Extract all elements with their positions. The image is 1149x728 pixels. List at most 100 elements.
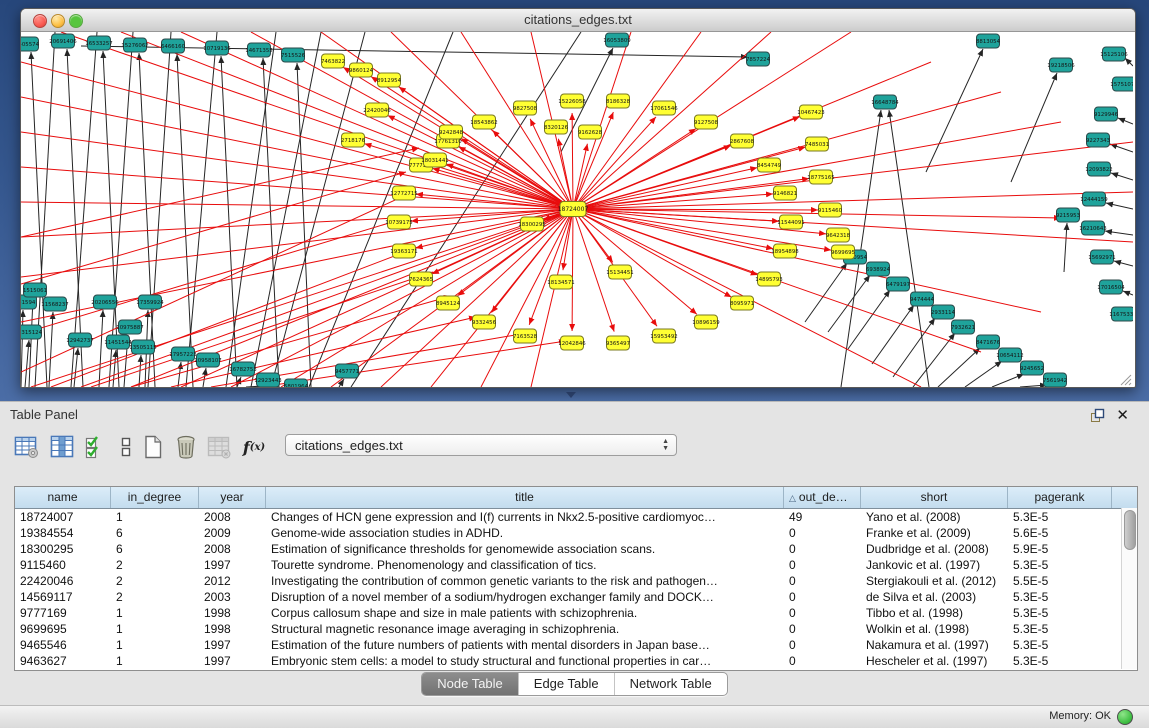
table-cell[interactable]: 14569117 bbox=[15, 589, 111, 605]
table-cell[interactable]: 1 bbox=[111, 621, 199, 637]
network-node[interactable]: 15226058 bbox=[558, 94, 586, 108]
table-cell[interactable]: Nakamura et al. (1997) bbox=[861, 637, 1008, 653]
network-node[interactable]: 8471676 bbox=[976, 335, 1001, 349]
table-cell[interactable]: 1997 bbox=[199, 557, 266, 573]
network-node[interactable]: 9860124 bbox=[349, 63, 374, 77]
table-cell[interactable]: Wolkin et al. (1998) bbox=[861, 621, 1008, 637]
network-node[interactable]: 8095971 bbox=[730, 296, 754, 310]
row-height-icon[interactable] bbox=[112, 432, 140, 462]
table-cell[interactable]: Stergiakouli et al. (2012) bbox=[861, 573, 1008, 589]
network-node[interactable]: 15751074 bbox=[1110, 77, 1133, 91]
header-cell-short[interactable]: short bbox=[861, 487, 1008, 508]
table-cell[interactable]: 2012 bbox=[199, 573, 266, 589]
delete-table-icon[interactable] bbox=[172, 432, 200, 462]
table-cell[interactable]: Hescheler et al. (1997) bbox=[861, 653, 1008, 669]
table-cell[interactable]: 49 bbox=[784, 509, 861, 525]
network-node[interactable]: 9315124 bbox=[21, 325, 43, 339]
network-node[interactable]: 7463822 bbox=[321, 54, 345, 68]
network-node[interactable]: 10896159 bbox=[692, 315, 720, 329]
network-node[interactable]: 17016504 bbox=[1097, 280, 1125, 294]
network-node[interactable]: 7485031 bbox=[805, 137, 829, 151]
network-node[interactable]: 16782753 bbox=[229, 362, 256, 376]
network-node[interactable]: 18954898 bbox=[771, 244, 799, 258]
network-node[interactable]: 7515526 bbox=[281, 48, 306, 62]
header-cell-name[interactable]: name bbox=[15, 487, 111, 508]
table-scrollbar-thumb[interactable] bbox=[1124, 510, 1136, 550]
network-node[interactable]: 20206556 bbox=[91, 295, 119, 309]
table-selector-dropdown[interactable]: citations_edges.txt ▲▼ bbox=[285, 434, 677, 456]
network-node[interactable]: 10719136 bbox=[203, 41, 231, 55]
table-cell[interactable]: 9465546 bbox=[15, 637, 111, 653]
table-cell[interactable]: Embryonic stem cells: a model to study s… bbox=[266, 653, 784, 669]
table-row[interactable]: 2242004622012Investigating the contribut… bbox=[15, 573, 1137, 589]
table-cell[interactable]: Dudbridge et al. (2008) bbox=[861, 541, 1008, 557]
network-node[interactable]: 6938924 bbox=[866, 262, 891, 276]
network-node[interactable]: 9227343 bbox=[1086, 133, 1110, 147]
network-node[interactable]: 1515061 bbox=[23, 283, 47, 297]
table-cell[interactable]: 2009 bbox=[199, 525, 266, 541]
table-cell[interactable]: 5.3E-5 bbox=[1008, 653, 1112, 669]
header-cell-out_de[interactable]: △out_de… bbox=[784, 487, 861, 508]
table-cell[interactable]: Tourette syndrome. Phenomenology and cla… bbox=[266, 557, 784, 573]
table-cell[interactable]: 2008 bbox=[199, 541, 266, 557]
table-cell[interactable]: 2 bbox=[111, 557, 199, 573]
table-cell[interactable]: 0 bbox=[784, 589, 861, 605]
table-cell[interactable]: Franke et al. (2009) bbox=[861, 525, 1008, 541]
network-node[interactable]: 18300295 bbox=[518, 217, 545, 231]
table-cell[interactable]: 0 bbox=[784, 541, 861, 557]
network-node[interactable]: 2718176 bbox=[341, 133, 366, 147]
network-node[interactable]: 9146821 bbox=[773, 186, 797, 200]
network-node[interactable]: 15276062 bbox=[121, 38, 148, 52]
function-builder-icon[interactable]: f(x) bbox=[240, 432, 268, 462]
table-cell[interactable]: 0 bbox=[784, 637, 861, 653]
network-node[interactable]: 9245652 bbox=[1020, 361, 1044, 375]
network-node[interactable]: 18031441 bbox=[421, 153, 448, 167]
network-node[interactable]: 9474444 bbox=[910, 292, 935, 306]
table-cell[interactable]: 5.9E-5 bbox=[1008, 541, 1112, 557]
network-node[interactable]: 15125106 bbox=[1100, 47, 1128, 61]
table-cell[interactable]: 9463627 bbox=[15, 653, 111, 669]
network-node[interactable]: 11544091 bbox=[777, 215, 804, 229]
network-node[interactable]: 14671355 bbox=[245, 43, 272, 57]
splitter-handle[interactable] bbox=[566, 392, 576, 398]
table-cell[interactable]: de Silva et al. (2003) bbox=[861, 589, 1008, 605]
table-cell[interactable]: 9777169 bbox=[15, 605, 111, 621]
table-cell[interactable]: 5.6E-5 bbox=[1008, 525, 1112, 541]
network-node[interactable]: 15953492 bbox=[650, 329, 677, 343]
network-node[interactable]: 9242848 bbox=[439, 125, 464, 139]
table-row[interactable]: 1872400712008Changes of HCN gene express… bbox=[15, 509, 1137, 525]
table-cell[interactable]: 18724007 bbox=[15, 509, 111, 525]
float-panel-icon[interactable] bbox=[1090, 408, 1105, 428]
network-node[interactable]: 9162628 bbox=[578, 125, 603, 139]
network-node[interactable]: 8945124 bbox=[436, 296, 461, 310]
network-node[interactable]: 11451544 bbox=[104, 335, 132, 349]
network-node[interactable]: 16533257 bbox=[85, 36, 112, 50]
network-node[interactable]: 8320126 bbox=[544, 120, 569, 134]
table-cell[interactable]: 6 bbox=[111, 525, 199, 541]
network-node[interactable]: 12923443 bbox=[254, 373, 281, 387]
table-row[interactable]: 1456911722003Disruption of a novel membe… bbox=[15, 589, 1137, 605]
network-node[interactable]: 17061546 bbox=[650, 101, 678, 115]
table-cell[interactable]: Estimation of the future numbers of pati… bbox=[266, 637, 784, 653]
network-node[interactable]: 10467423 bbox=[797, 105, 824, 119]
network-node[interactable]: 12942737 bbox=[66, 333, 93, 347]
network-node[interactable]: 8454749 bbox=[757, 158, 782, 172]
network-canvas[interactable]: 2405574206914061653325715276062646616010… bbox=[21, 32, 1133, 387]
network-node[interactable]: 9827508 bbox=[513, 101, 538, 115]
network-node[interactable]: 18724007 bbox=[558, 202, 589, 217]
network-node[interactable]: 6479197 bbox=[886, 277, 910, 291]
table-cell[interactable]: 2003 bbox=[199, 589, 266, 605]
network-node[interactable]: 20691406 bbox=[49, 34, 77, 48]
network-node[interactable]: 12772715 bbox=[390, 186, 417, 200]
table-cell[interactable]: 18300295 bbox=[15, 541, 111, 557]
network-node[interactable]: 14895793 bbox=[755, 272, 782, 286]
tab-network-table[interactable]: Network Table bbox=[614, 673, 727, 695]
network-node[interactable]: 11568237 bbox=[41, 297, 68, 311]
network-node[interactable]: 9215953 bbox=[1056, 208, 1080, 222]
memory-status-indicator[interactable] bbox=[1117, 709, 1133, 725]
table-cell[interactable]: 6 bbox=[111, 541, 199, 557]
header-cell-in_degree[interactable]: in_degree bbox=[111, 487, 199, 508]
table-cell[interactable]: 2 bbox=[111, 589, 199, 605]
header-cell-pagerank[interactable]: pagerank bbox=[1008, 487, 1112, 508]
table-cell[interactable]: Jankovic et al. (1997) bbox=[861, 557, 1008, 573]
